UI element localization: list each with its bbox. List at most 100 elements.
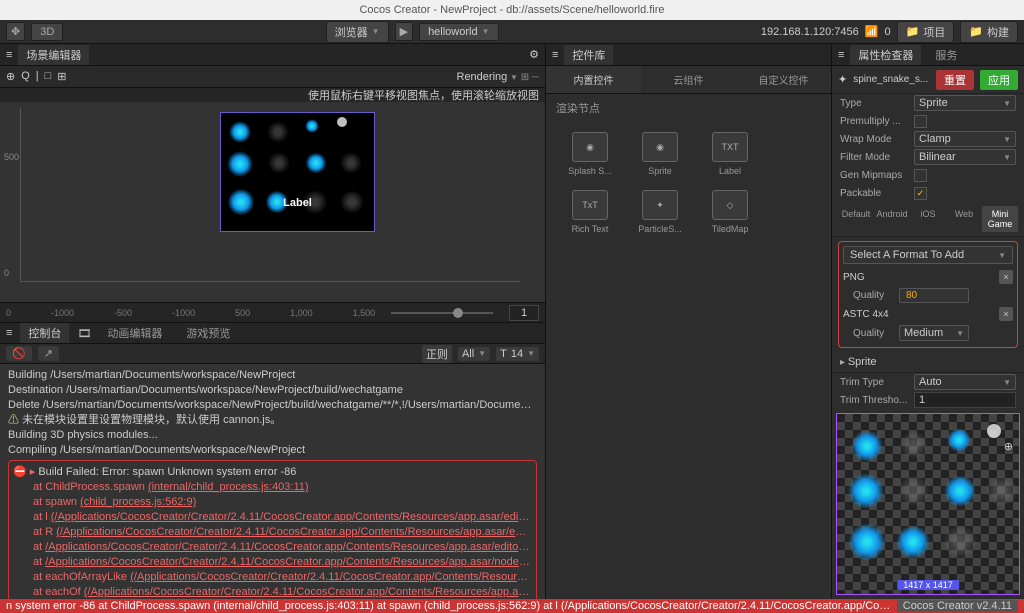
services-tab[interactable]: 服务 (927, 45, 965, 65)
preview-size: 1417 x 1417 (897, 580, 959, 590)
log-line: Destination /Users/martian/Documents/wor… (8, 383, 537, 398)
apply-button[interactable]: 应用 (980, 70, 1018, 90)
scene-tool-4[interactable]: □ (45, 70, 52, 83)
reset-button[interactable]: 重置 (936, 70, 974, 90)
format-box: Select A Format To Add▼ PNG×Quality80AST… (838, 241, 1018, 348)
status-error: n system error -86 at ChildProcess.spawn… (6, 600, 891, 612)
log-line: Compiling /Users/martian/Documents/works… (8, 443, 537, 458)
remove-format-button[interactable]: × (999, 307, 1013, 321)
bottom-tabs: ≡ 控制台 🎞 动画编辑器 游戏预览 (0, 322, 545, 344)
console-tab[interactable]: 控制台 (20, 323, 69, 343)
animation-tab[interactable]: 动画编辑器 (99, 323, 170, 343)
stack-line[interactable]: at /Applications/CocosCreator/Creator/2.… (13, 540, 532, 555)
texture-preview: ⊕ 1417 x 1417 (836, 413, 1020, 595)
premul-checkbox[interactable] (914, 115, 927, 128)
stack-line[interactable]: at eachOf (/Applications/CocosCreator/Cr… (13, 585, 532, 599)
log-warn: ⚠ 未在模块设置里设置物理模块，默认使用 cannon.js。 (8, 413, 537, 428)
move-tool[interactable]: ✥ (6, 22, 25, 41)
console-output[interactable]: Building /Users/martian/Documents/worksp… (0, 364, 545, 599)
3d-toggle[interactable]: 3D (31, 23, 63, 41)
node-item[interactable]: TXTLabel (702, 132, 758, 176)
preview-tab[interactable]: 游戏预览 (178, 323, 238, 343)
wrap-select[interactable]: Clamp▼ (914, 131, 1016, 147)
scene-select[interactable]: helloworld▼ (419, 23, 498, 41)
node-item[interactable]: ✦ParticleS... (632, 190, 688, 234)
sprite-section: ▸ Sprite (832, 352, 1024, 373)
clear-button[interactable]: 🚫 (6, 346, 32, 361)
nodelib-tab[interactable]: 控件库 (564, 45, 613, 65)
format-name: PNG (843, 272, 993, 283)
genmip-checkbox[interactable] (914, 169, 927, 182)
zoom-slider[interactable] (391, 312, 493, 314)
handle-icon[interactable]: ≡ (6, 327, 12, 339)
stack-line[interactable]: at R (/Applications/CocosCreator/Creator… (13, 525, 532, 540)
scene-panel-tabs: ≡ 场景编辑器 ⚙ (0, 44, 545, 66)
stack-line[interactable]: at /Applications/CocosCreator/Creator/2.… (13, 555, 532, 570)
handle-icon[interactable]: ≡ (838, 49, 844, 61)
ip-label: 192.168.1.120:7456 (761, 26, 859, 38)
filter-level[interactable]: All▼ (458, 347, 490, 361)
status-bar: n system error -86 at ChildProcess.spawn… (0, 599, 1024, 613)
node-item[interactable]: ◇TiledMap (702, 190, 758, 234)
selected-node[interactable]: Label (220, 112, 375, 232)
stack-line[interactable]: at spawn (child_process.js:562:9) (13, 495, 532, 510)
trim-type-select[interactable]: Auto▼ (914, 374, 1016, 390)
platform-tab[interactable]: Android (874, 206, 910, 232)
mac-titlebar: Cocos Creator - NewProject - db://assets… (0, 0, 1024, 20)
node-item[interactable]: ◉Splash S... (562, 132, 618, 176)
canvas-hint: 使用鼠标右键平移视图焦点，使用滚轮缩放视图 (308, 87, 539, 103)
remove-format-button[interactable]: × (999, 270, 1013, 284)
node-item[interactable]: ◉Sprite (632, 132, 688, 176)
version-label: Cocos Creator v2.4.11 (897, 600, 1018, 612)
popout-button[interactable]: ↗ (38, 346, 59, 361)
scene-canvas[interactable]: 500 0 Label (0, 102, 545, 302)
builtin-tab[interactable]: 内置控件 (546, 66, 641, 93)
filter-font[interactable]: T 14▼ (496, 347, 539, 361)
quality-select[interactable]: Medium▼ (899, 325, 969, 341)
stack-line[interactable]: at l (/Applications/CocosCreator/Creator… (13, 510, 532, 525)
node-item[interactable]: TxTRich Text (562, 190, 618, 234)
platform-tab[interactable]: iOS (910, 206, 946, 232)
platform-tab[interactable]: Mini Game (982, 206, 1018, 232)
error-head: ⛔ ▸ Build Failed: Error: spawn Unknown s… (13, 465, 532, 480)
format-add-select[interactable]: Select A Format To Add▼ (843, 246, 1013, 264)
type-select[interactable]: Sprite▼ (914, 95, 1016, 111)
scene-editor-tab[interactable]: 场景编辑器 (18, 45, 89, 65)
platform-tab[interactable]: Web (946, 206, 982, 232)
filter-regex[interactable]: 正则 (422, 345, 452, 363)
stack-line[interactable]: at ChildProcess.spawn (internal/child_pr… (13, 480, 532, 495)
play-button[interactable]: ▶ (395, 22, 413, 41)
scene-tool-2[interactable]: Q (21, 70, 30, 83)
scene-tool-1[interactable]: ⊕ (6, 70, 15, 83)
node-label: Label (283, 197, 312, 209)
zoom-input[interactable] (509, 305, 539, 321)
asset-name: spine_snake_s... (853, 74, 930, 85)
custom-tab[interactable]: 自定义控件 (736, 66, 831, 93)
platform-tab[interactable]: Default (838, 206, 874, 232)
build-button[interactable]: 📁 构建 (960, 21, 1018, 43)
node-section: 渲染节点 (546, 94, 831, 122)
scene-tool-5[interactable]: ⊞ (57, 70, 66, 83)
gear-icon[interactable]: ⚙ (529, 48, 539, 61)
handle-icon[interactable]: ≡ (6, 49, 12, 61)
handle-icon[interactable]: ≡ (552, 49, 558, 61)
main-toolbar: ✥ 3D 浏览器▼ ▶ helloworld▼ 192.168.1.120:74… (0, 20, 1024, 44)
stack-line[interactable]: at eachOfArrayLike (/Applications/CocosC… (13, 570, 532, 585)
project-button[interactable]: 📁 项目 (897, 21, 955, 43)
conn-icon: 📶 (865, 25, 879, 38)
cloud-tab[interactable]: 云组件 (641, 66, 736, 93)
log-line: Building 3D physics modules... (8, 428, 537, 443)
canvas-ruler: 0 -1000 -500 -1000 500 1,000 1,500 (0, 302, 545, 322)
timeline-icon: 🎞 (77, 327, 91, 340)
format-name: ASTC 4x4 (843, 309, 993, 320)
browser-select[interactable]: 浏览器▼ (326, 21, 389, 43)
preview-zoom-icon[interactable]: ⊕ (1004, 440, 1013, 453)
quality-input[interactable]: 80 (899, 288, 969, 303)
asset-icon: ✦ (838, 73, 847, 86)
filter-select[interactable]: Bilinear▼ (914, 149, 1016, 165)
scene-tool-3[interactable]: | (36, 70, 39, 83)
packable-checkbox[interactable] (914, 187, 927, 200)
log-line: Building /Users/martian/Documents/worksp… (8, 368, 537, 383)
inspector-tab[interactable]: 属性检查器 (850, 45, 921, 65)
trim-thresh-input[interactable] (914, 392, 1016, 408)
